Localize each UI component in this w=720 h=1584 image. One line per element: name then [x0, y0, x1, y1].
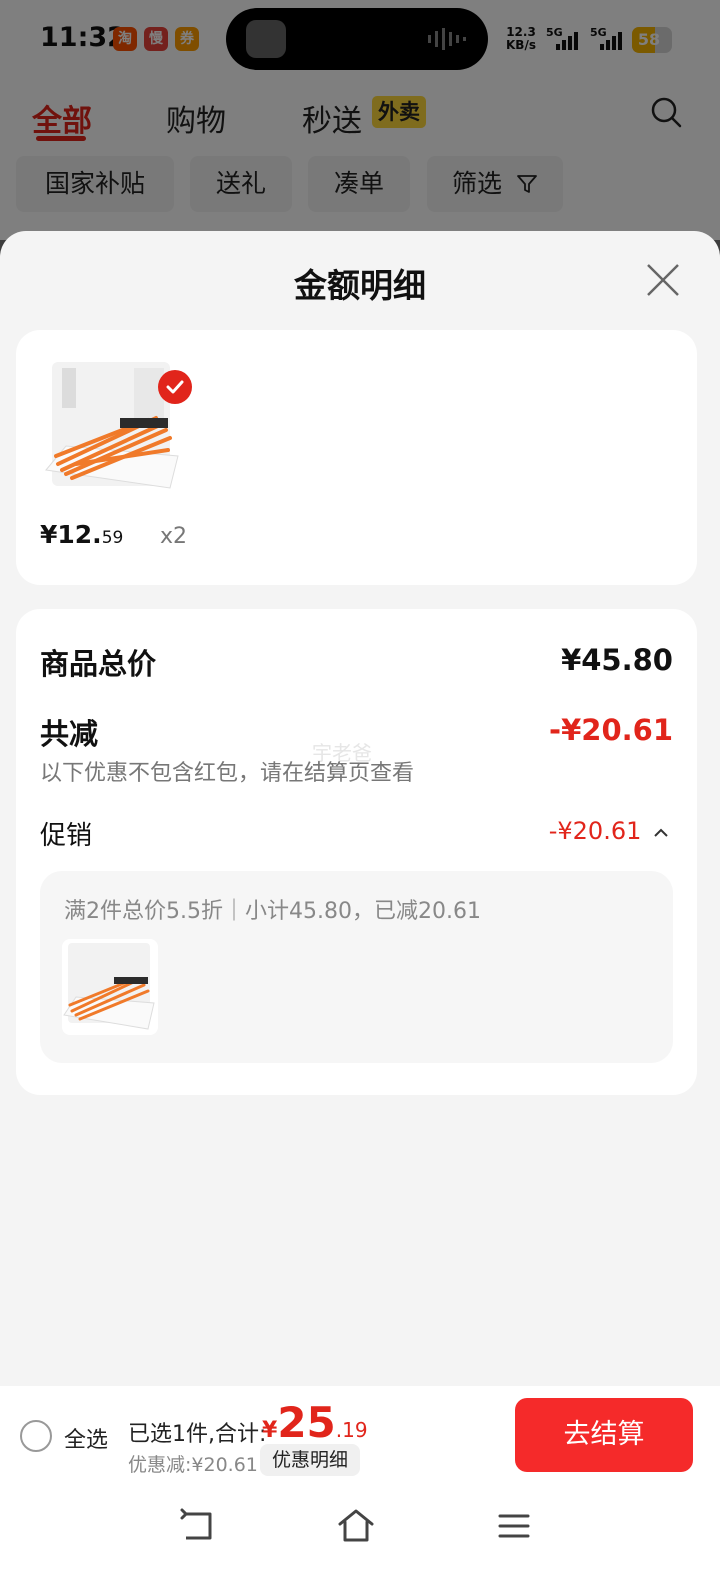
promotion-label: 促销: [40, 821, 93, 851]
chevron-up-icon: [654, 828, 668, 837]
product-price: ¥12.59: [40, 520, 123, 549]
total-decimal: .19: [335, 1418, 368, 1442]
total-integer: 25: [277, 1398, 336, 1447]
goods-total-value: ¥45.80: [561, 643, 673, 677]
checkout-bar: 全选 已选1件,合计: ¥25.19 优惠减:¥20.61 优惠明细 去结算: [0, 1386, 720, 1484]
reduce-note: 以下优惠不包含红包，请在结算页查看: [40, 761, 415, 786]
selected-count-text: 已选1件,合计:: [128, 1422, 267, 1447]
checkout-button[interactable]: 去结算: [515, 1398, 693, 1472]
total-reduce-label: 共减: [40, 717, 99, 751]
promotion-product-thumbnail: [62, 939, 158, 1035]
close-icon[interactable]: [646, 263, 680, 297]
back-icon[interactable]: [178, 1506, 218, 1546]
amount-detail-sheet: 金额明细 ¥12.59 x2 商品总价 ¥45.80 共减 -¥20.61 宇老…: [0, 231, 720, 1584]
total-reduce-value: -¥20.61: [549, 713, 673, 747]
product-card: ¥12.59 x2: [16, 330, 697, 585]
promotion-detail-box: 满2件总价5.5折｜小计45.80，已减20.61: [40, 871, 673, 1063]
menu-icon[interactable]: [494, 1506, 534, 1546]
select-all-label[interactable]: 全选: [64, 1422, 108, 1454]
promotion-rule: 满2件总价5.5折｜小计45.80，已减20.61: [64, 899, 481, 924]
total-currency: ¥: [262, 1418, 278, 1443]
selected-check-icon[interactable]: [158, 370, 192, 404]
price-integer: ¥12.: [40, 520, 102, 549]
goods-total-label: 商品总价: [40, 647, 157, 681]
home-icon[interactable]: [336, 1506, 376, 1546]
price-decimal: 59: [101, 528, 124, 548]
sheet-title: 金额明细: [294, 266, 426, 305]
total-amount: ¥25.19: [262, 1398, 368, 1447]
system-nav-bar: [0, 1484, 720, 1584]
product-quantity: x2: [160, 524, 188, 549]
price-summary-card: 商品总价 ¥45.80 共减 -¥20.61 宇老爸 以下优惠不包含红包，请在结…: [16, 609, 697, 1095]
select-all-radio[interactable]: [20, 1420, 52, 1452]
discount-detail-button[interactable]: 优惠明细: [260, 1444, 361, 1476]
promotion-toggle[interactable]: -¥20.61: [549, 817, 669, 845]
discount-amount: 优惠减:¥20.61: [128, 1454, 258, 1476]
promotion-value: -¥20.61: [548, 817, 642, 845]
